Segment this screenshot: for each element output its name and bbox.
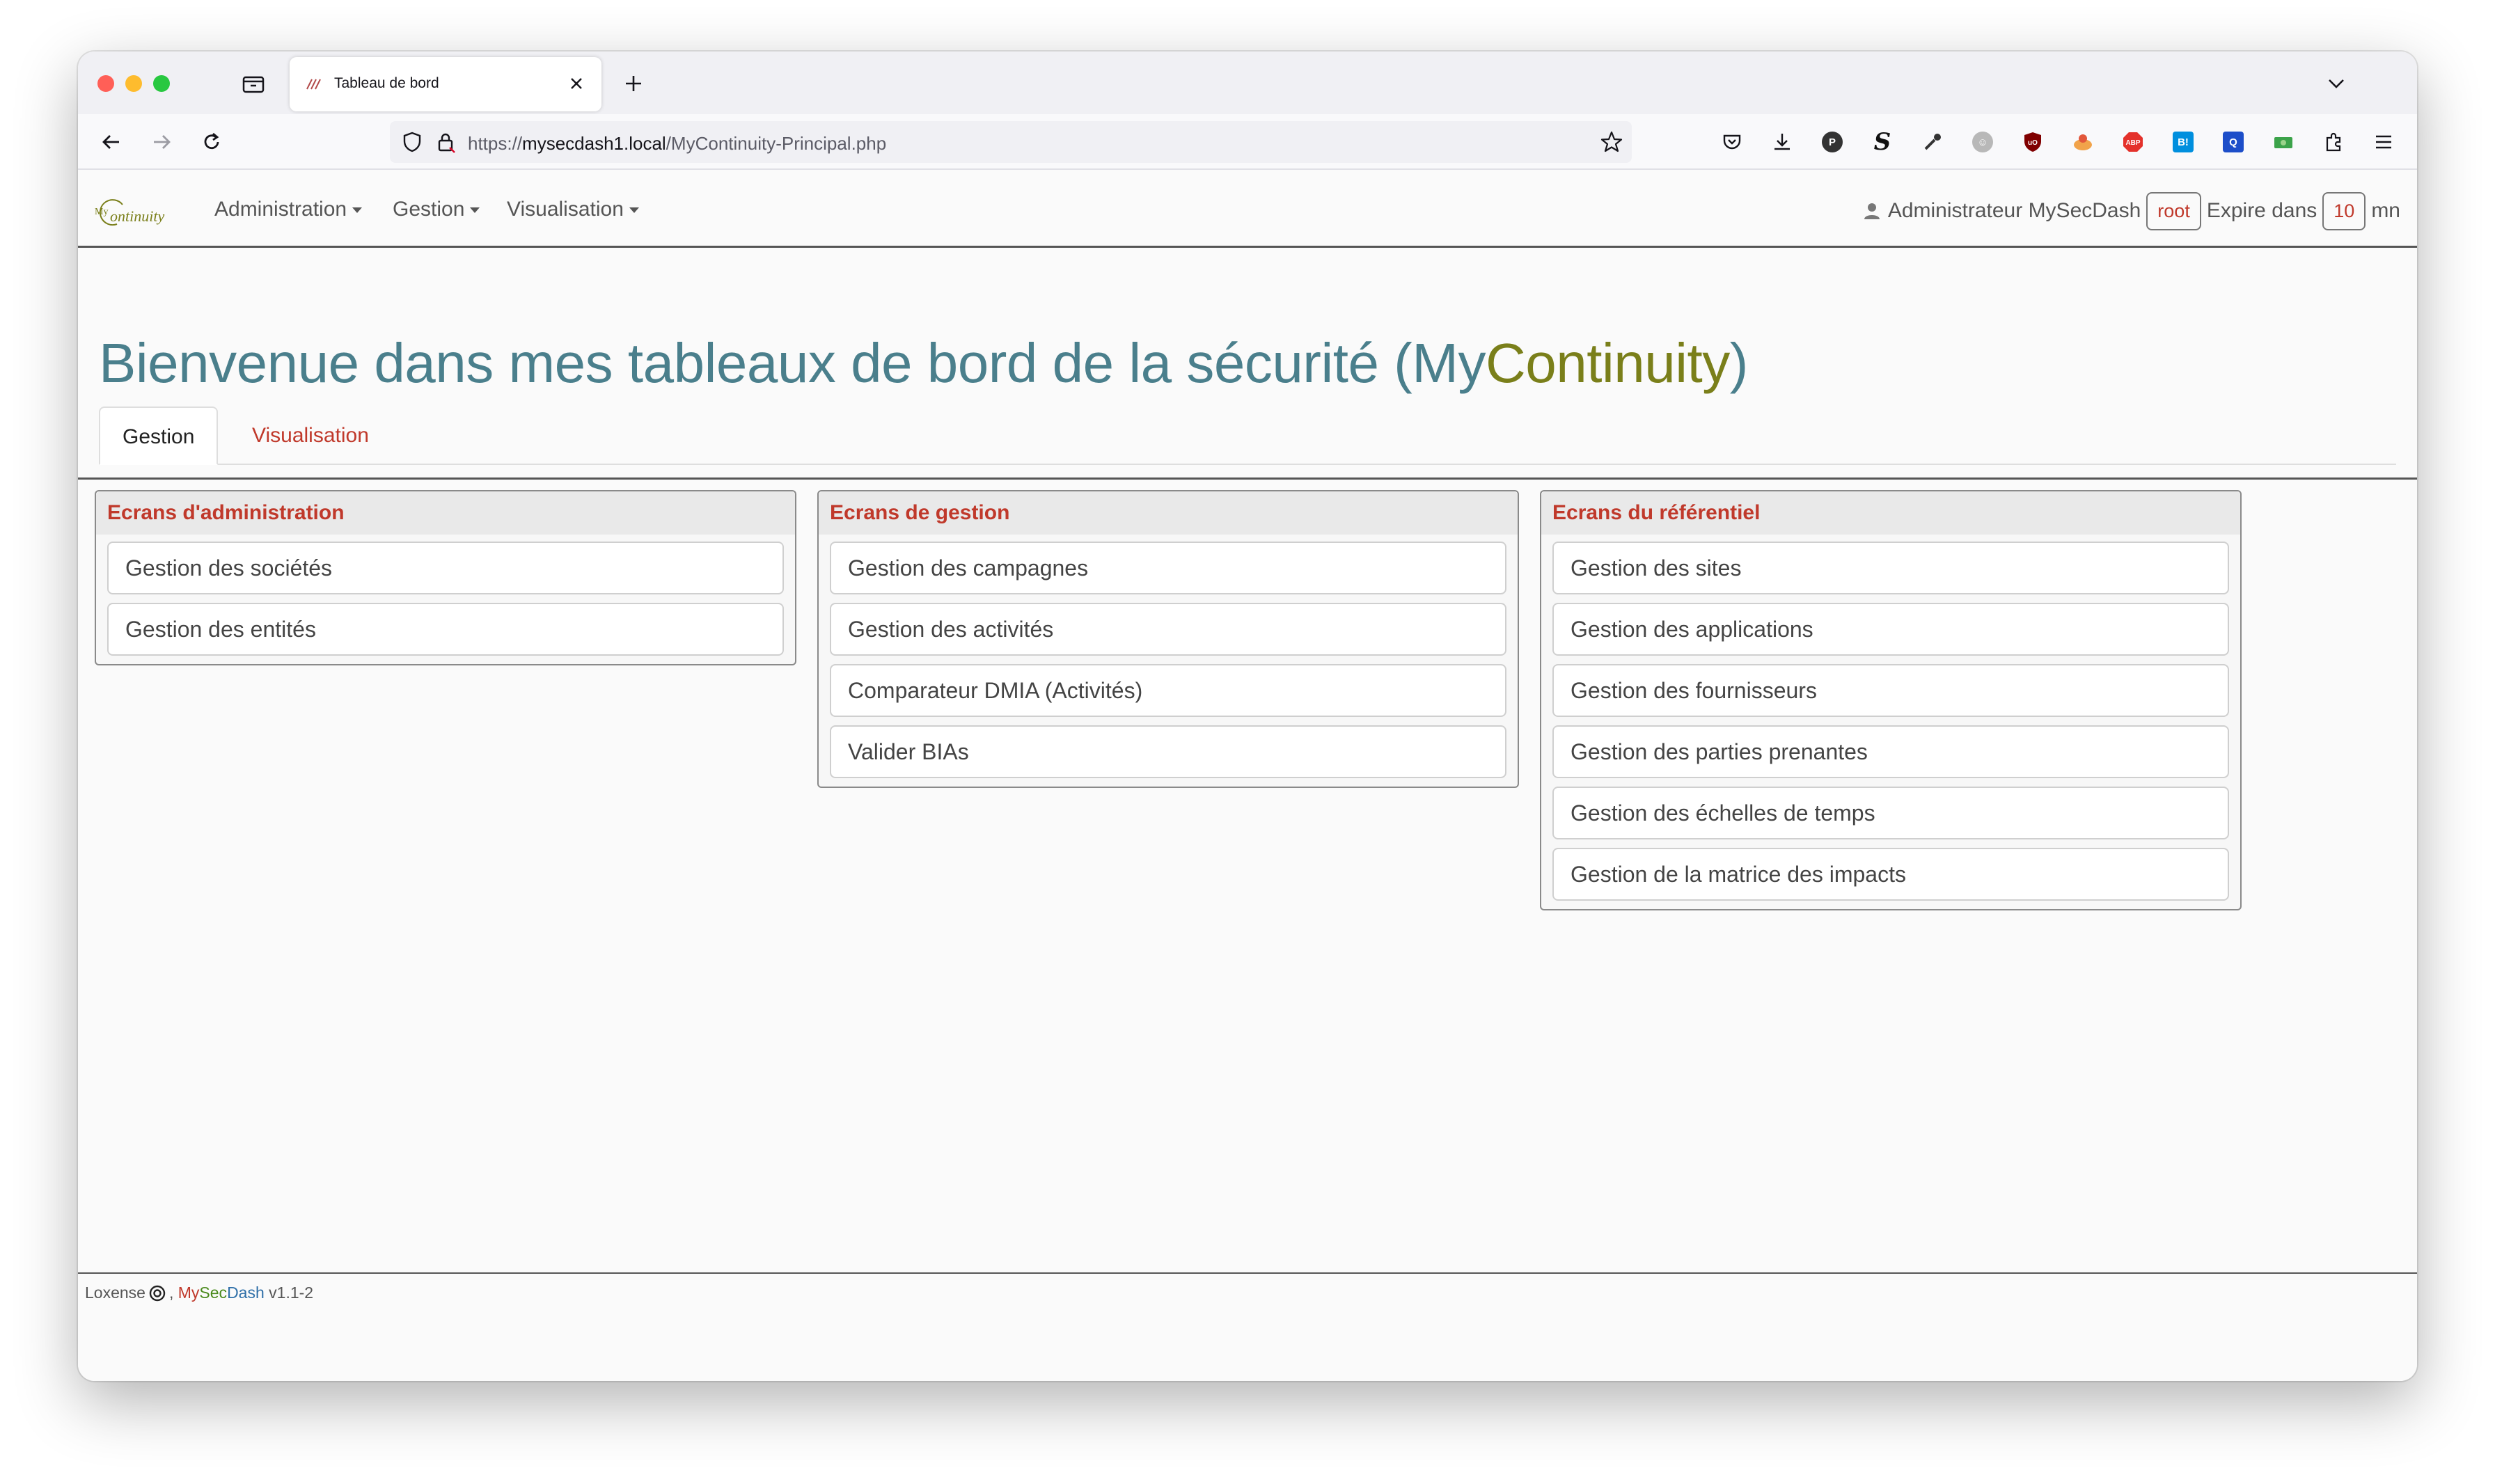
panel-title: Ecrans du référentiel [1541, 491, 2240, 535]
expire-label: Expire dans [2206, 199, 2317, 222]
panel-referentiel: Ecrans du référentiel Gestion des sites … [1540, 490, 2242, 910]
link-gestion-campagnes[interactable]: Gestion des campagnes [830, 542, 1506, 594]
expire-unit: mn [2371, 199, 2400, 222]
close-window-button[interactable] [97, 75, 114, 92]
search-extension-icon[interactable]: Q [2219, 128, 2247, 156]
web-page: My ontinuity Administration Gestion Visu… [78, 171, 2417, 1381]
list-all-tabs-icon[interactable] [2322, 70, 2350, 97]
url-host: mysecdash1.local [522, 133, 666, 154]
extensions-puzzle-icon[interactable] [2320, 128, 2347, 156]
new-tab-icon[interactable] [620, 70, 647, 97]
tab-gestion[interactable]: Gestion [99, 406, 219, 465]
bookmark-star-icon[interactable] [1600, 130, 1623, 154]
user-name[interactable]: Administrateur MySecDash [1888, 199, 2141, 223]
url-text: https://mysecdash1.local/MyContinuity-Pr… [468, 133, 886, 155]
user-icon [1864, 203, 1880, 219]
link-comparateur-dmia[interactable]: Comparateur DMIA (Activités) [830, 664, 1506, 717]
user-login-badge[interactable]: root [2146, 191, 2201, 230]
hamburger-menu-icon[interactable] [2370, 128, 2398, 156]
s-extension-icon[interactable]: S [1868, 128, 1896, 156]
panel-title: Ecrans de gestion [819, 491, 1518, 535]
tab-title: Tableau de bord [334, 75, 439, 91]
link-gestion-fournisseurs[interactable]: Gestion des fournisseurs [1552, 664, 2229, 717]
close-tab-icon[interactable] [564, 71, 589, 96]
dropdown-caret-icon [352, 207, 363, 214]
svg-text:ontinuity: ontinuity [110, 207, 164, 225]
tab-overview-icon[interactable] [239, 70, 267, 97]
ublock-icon[interactable]: uO [2019, 128, 2047, 156]
forward-icon[interactable] [146, 127, 177, 157]
page-footer: Loxense , My Sec Dash v1.1-2 [78, 1272, 2417, 1311]
menu-administration[interactable]: Administration [214, 198, 363, 221]
title-brand: Continuity [1485, 332, 1730, 394]
money-extension-icon[interactable] [2269, 128, 2297, 156]
menu-gestion-label: Gestion [393, 198, 465, 221]
dropdown-caret-icon [629, 207, 639, 214]
ghost-extension-icon[interactable]: ☺ [1969, 128, 1997, 156]
lock-icon[interactable] [434, 131, 457, 153]
footer-product-my: My [178, 1284, 200, 1302]
panel-administration: Ecrans d'administration Gestion des soci… [95, 490, 796, 665]
footer-product-dash: Dash [227, 1284, 265, 1302]
pocket-icon[interactable] [1718, 128, 1746, 156]
downloads-icon[interactable] [1768, 128, 1796, 156]
link-gestion-parties-prenantes[interactable]: Gestion des parties prenantes [1552, 725, 2229, 778]
footer-product-sec: Sec [199, 1284, 228, 1302]
link-valider-bias[interactable]: Valider BIAs [830, 725, 1506, 778]
link-gestion-sites[interactable]: Gestion des sites [1552, 542, 2229, 594]
url-path: /MyContinuity-Principal.php [666, 133, 887, 154]
footer-version: v1.1-2 [269, 1284, 314, 1302]
user-info: Administrateur MySecDash root Expire dan… [1863, 191, 2400, 231]
loxense-logo-icon [149, 1285, 166, 1301]
menu-visualisation[interactable]: Visualisation [507, 198, 639, 221]
adblock-plus-icon[interactable]: ABP [2119, 128, 2147, 156]
page-title: Bienvenue dans mes tableaux de bord de l… [99, 331, 1748, 395]
footer-text: Loxense , My Sec Dash v1.1-2 [85, 1284, 313, 1302]
link-gestion-societes[interactable]: Gestion des sociétés [107, 542, 784, 594]
mycontinuity-logo-icon[interactable]: My ontinuity [95, 196, 185, 231]
browser-window: Tableau de bord https://mysecdash1.local… [78, 52, 2417, 1381]
dropdown-caret-icon [470, 207, 480, 214]
app-navbar: My ontinuity Administration Gestion Visu… [78, 171, 2417, 248]
tab-visualisation[interactable]: Visualisation [230, 406, 391, 465]
p-extension-icon[interactable]: P [1818, 128, 1846, 156]
menu-visualisation-label: Visualisation [507, 198, 624, 221]
eyedropper-icon[interactable] [1919, 128, 1946, 156]
link-gestion-activites[interactable]: Gestion des activités [830, 603, 1506, 656]
footer-comma: , [168, 1284, 178, 1302]
reload-icon[interactable] [196, 127, 227, 157]
link-gestion-applications[interactable]: Gestion des applications [1552, 603, 2229, 656]
divider [78, 477, 2417, 480]
menu-administration-label: Administration [214, 198, 347, 221]
browser-tab-active[interactable]: Tableau de bord [290, 57, 601, 111]
tab-strip: Tableau de bord [78, 52, 2417, 114]
minimize-window-button[interactable] [125, 75, 142, 92]
panel-title: Ecrans d'administration [96, 491, 795, 535]
link-gestion-echelles-temps[interactable]: Gestion des échelles de temps [1552, 787, 2229, 839]
svg-text:ABP: ABP [2125, 139, 2140, 147]
link-gestion-entites[interactable]: Gestion des entités [107, 603, 784, 656]
zoom-window-button[interactable] [153, 75, 170, 92]
hatena-bookmark-icon[interactable]: B! [2169, 128, 2197, 156]
link-gestion-matrice-impacts[interactable]: Gestion de la matrice des impacts [1552, 848, 2229, 901]
back-icon[interactable] [96, 127, 127, 157]
title-suffix: ) [1729, 332, 1749, 394]
page-tabs: Gestion Visualisation [99, 406, 2396, 465]
session-timer-badge: 10 [2322, 191, 2366, 230]
address-bar[interactable]: https://mysecdash1.local/MyContinuity-Pr… [390, 121, 1632, 163]
footer-company: Loxense [85, 1284, 145, 1302]
title-prefix: Bienvenue dans mes tableaux de bord de l… [99, 332, 1486, 394]
browser-toolbar: https://mysecdash1.local/MyContinuity-Pr… [78, 114, 2417, 170]
menu-gestion[interactable]: Gestion [393, 198, 480, 221]
panel-gestion: Ecrans de gestion Gestion des campagnes … [817, 490, 1519, 788]
svg-text:uO: uO [2028, 139, 2038, 147]
tracking-protection-icon[interactable] [401, 131, 423, 153]
site-favicon-icon [306, 79, 321, 90]
cookie-extension-icon[interactable] [2069, 128, 2097, 156]
url-prefix: https:// [468, 133, 523, 154]
